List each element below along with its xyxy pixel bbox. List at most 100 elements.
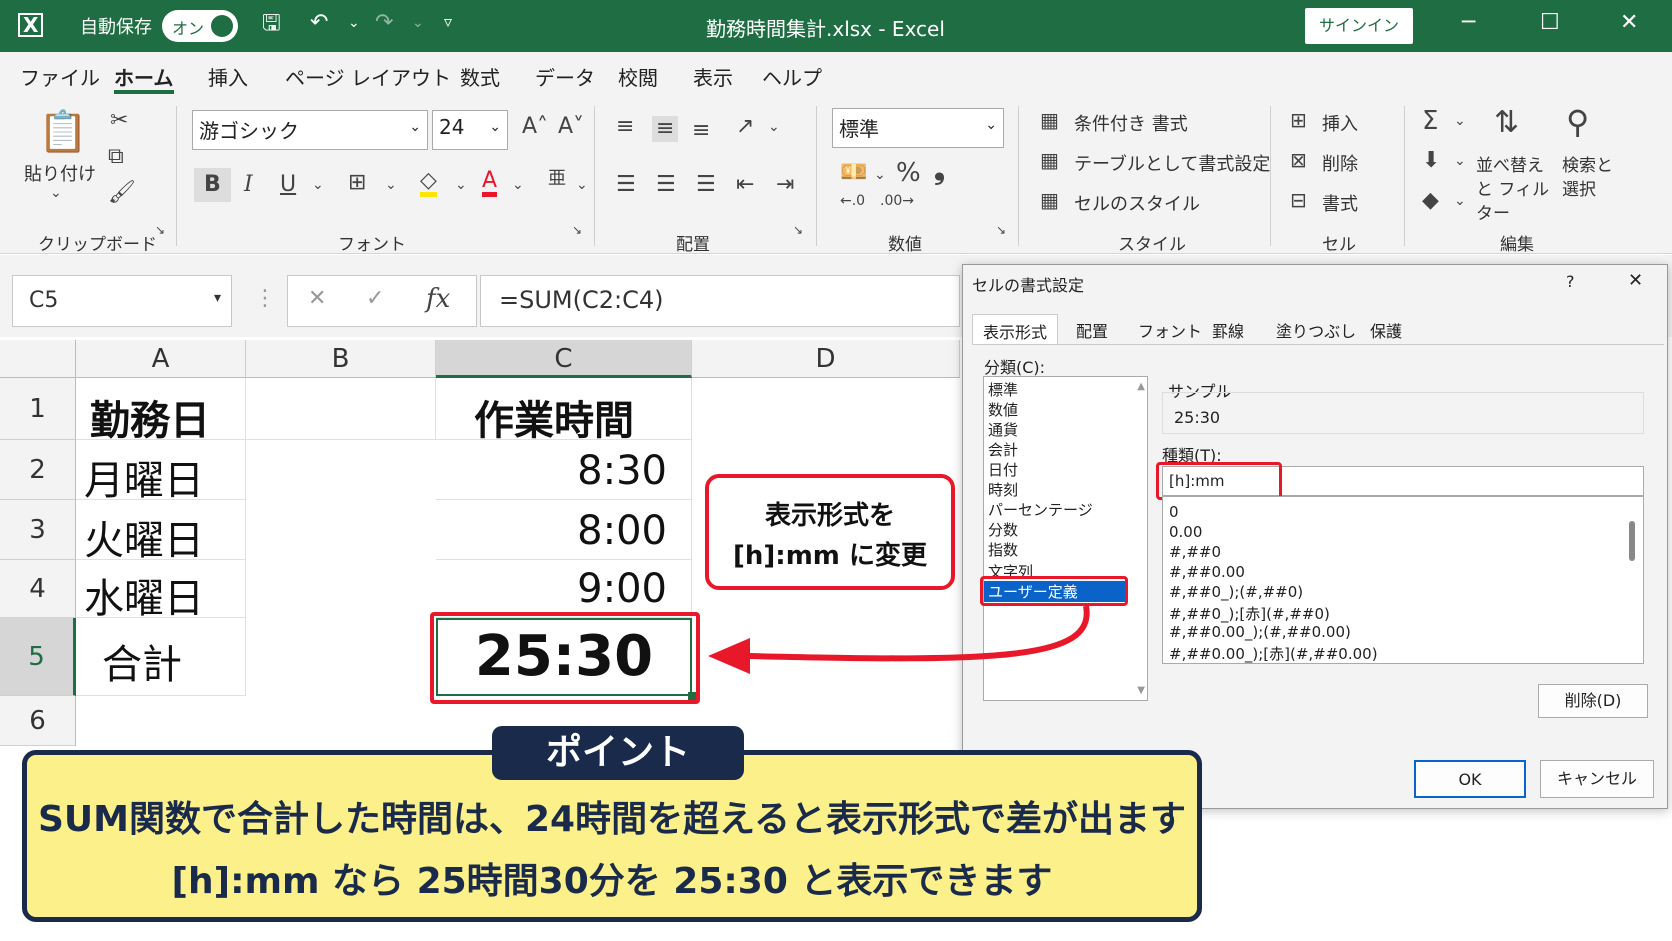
decrease-decimal-icon[interactable]: .00→ xyxy=(880,194,914,208)
type-item[interactable]: #,##0_);[赤](#,##0) xyxy=(1169,603,1330,624)
category-item[interactable]: 数値 xyxy=(988,399,1018,420)
customize-toolbar-icon[interactable]: ▿ xyxy=(444,14,452,30)
find-select-button[interactable]: 検索と 選択 xyxy=(1562,154,1618,202)
align-left-icon[interactable]: ☰ xyxy=(616,174,636,196)
cell-a5[interactable]: 合計 xyxy=(76,618,246,696)
fill-icon[interactable]: ⬇ xyxy=(1422,150,1440,172)
format-painter-icon[interactable]: 🖌 xyxy=(108,182,136,204)
category-item[interactable]: 日付 xyxy=(988,459,1018,480)
number-launcher-icon[interactable]: ↘ xyxy=(996,224,1006,236)
menu-page-layout[interactable]: ページ レイアウト xyxy=(285,62,451,91)
decrease-indent-icon[interactable]: ⇤ xyxy=(736,174,754,196)
scroll-up-icon[interactable]: ▲ xyxy=(1137,381,1145,392)
menu-data[interactable]: データ xyxy=(535,62,595,91)
conditional-format-icon[interactable]: ▦ xyxy=(1040,110,1059,130)
category-item[interactable]: 会計 xyxy=(988,439,1018,460)
tab-font[interactable]: フォント xyxy=(1128,314,1212,344)
signin-button[interactable]: サインイン xyxy=(1305,8,1413,44)
cell-c4[interactable]: 9:00 xyxy=(436,560,692,618)
search-icon[interactable]: ⚲ xyxy=(1566,106,1589,138)
border-icon[interactable]: ⊞ xyxy=(348,172,366,194)
category-item[interactable]: パーセンテージ xyxy=(988,499,1093,520)
delete-cells-button[interactable]: 削除 xyxy=(1322,150,1358,176)
autosum-dropdown-icon[interactable]: ⌄ xyxy=(1454,114,1466,128)
dialog-help-button[interactable]: ? xyxy=(1566,272,1575,291)
category-item[interactable]: 指数 xyxy=(988,539,1018,560)
format-cells-icon[interactable]: ⊟ xyxy=(1290,190,1307,210)
close-window-icon[interactable]: ✕ xyxy=(1620,12,1638,34)
increase-decimal-icon[interactable]: ←.0 xyxy=(840,194,865,208)
cell-a1[interactable]: 勤務日 xyxy=(76,378,246,444)
font-size-select[interactable]: 24 ⌄ xyxy=(432,110,508,150)
cancel-button[interactable]: キャンセル xyxy=(1540,760,1654,798)
tab-fill[interactable]: 塗りつぶし xyxy=(1266,314,1366,344)
cell-c3[interactable]: 8:00 xyxy=(436,500,692,560)
cell-a3[interactable]: 火曜日 xyxy=(76,500,246,564)
fill-dropdown-icon[interactable]: ⌄ xyxy=(1454,154,1466,168)
type-scrollbar[interactable] xyxy=(1629,521,1635,561)
orientation-icon[interactable]: ↗ xyxy=(736,116,754,138)
type-item[interactable]: #,##0.00_);[赤](#,##0.00) xyxy=(1169,643,1378,664)
orientation-dropdown-icon[interactable]: ⌄ xyxy=(768,120,780,134)
font-color-dropdown-icon[interactable]: ⌄ xyxy=(512,178,524,192)
col-header-b[interactable]: B xyxy=(246,340,436,378)
menu-file[interactable]: ファイル xyxy=(20,62,100,91)
insert-cells-icon[interactable]: ⊞ xyxy=(1290,110,1307,130)
clear-dropdown-icon[interactable]: ⌄ xyxy=(1454,194,1466,208)
confirm-formula-icon[interactable]: ✓ xyxy=(366,288,384,310)
row-header-3[interactable]: 3 xyxy=(0,500,76,560)
type-list[interactable]: 0 0.00 #,##0 #,##0.00 #,##0_);(#,##0) #,… xyxy=(1162,496,1644,664)
type-item[interactable]: 0.00 xyxy=(1169,523,1202,541)
cell-style-icon[interactable]: ▦ xyxy=(1040,190,1059,210)
undo-icon[interactable]: ↶ xyxy=(310,12,328,34)
align-bottom-icon[interactable]: ≡ xyxy=(692,120,710,142)
paste-icon[interactable]: 📋 xyxy=(38,112,88,152)
scroll-down-icon[interactable]: ▼ xyxy=(1137,685,1145,696)
cell-a2[interactable]: 月曜日 xyxy=(76,440,246,504)
number-format-select[interactable]: 標準 ⌄ xyxy=(832,108,1004,148)
tab-number[interactable]: 表示形式 xyxy=(972,314,1059,344)
table-format-icon[interactable]: ▦ xyxy=(1040,150,1059,170)
italic-button[interactable]: I xyxy=(244,174,253,196)
paste-button[interactable]: 貼り付け xyxy=(24,160,96,186)
clipboard-launcher-icon[interactable]: ↘ xyxy=(155,224,165,236)
redo-dropdown-icon[interactable]: ⌄ xyxy=(412,16,424,30)
paste-dropdown-icon[interactable]: ⌄ xyxy=(50,186,62,200)
accounting-dropdown-icon[interactable]: ⌄ xyxy=(874,168,886,182)
menu-view[interactable]: 表示 xyxy=(693,62,733,91)
font-name-select[interactable]: 游ゴシック ⌄ xyxy=(192,110,428,150)
insert-function-icon[interactable]: fx xyxy=(426,286,450,312)
alignment-launcher-icon[interactable]: ↘ xyxy=(793,224,803,236)
type-item[interactable]: #,##0.00 xyxy=(1169,563,1245,581)
align-center-icon[interactable]: ☰ xyxy=(656,174,676,196)
cell-c2[interactable]: 8:30 xyxy=(436,440,692,500)
minimize-icon[interactable]: ─ xyxy=(1462,12,1475,34)
clear-icon[interactable]: ◆ xyxy=(1422,190,1439,212)
font-color-icon[interactable]: A xyxy=(482,170,498,197)
sort-filter-button[interactable]: 並べ替えと フィルター xyxy=(1476,154,1560,226)
name-box[interactable]: C5 ▾ xyxy=(12,275,232,327)
tab-protection[interactable]: 保護 xyxy=(1360,314,1412,344)
underline-dropdown-icon[interactable]: ⌄ xyxy=(312,178,324,192)
menu-help[interactable]: ヘルプ xyxy=(762,62,822,91)
align-right-icon[interactable]: ☰ xyxy=(696,174,716,196)
insert-cells-button[interactable]: 挿入 xyxy=(1322,110,1358,136)
align-middle-icon[interactable]: ≡ xyxy=(652,116,679,142)
format-cells-button[interactable]: 書式 xyxy=(1322,190,1358,216)
table-format-button[interactable]: テーブルとして書式設定 xyxy=(1074,150,1270,176)
cell-style-button[interactable]: セルのスタイル xyxy=(1074,190,1200,216)
type-item[interactable]: #,##0 xyxy=(1169,543,1221,561)
type-item[interactable]: #,##0.00_);(#,##0.00) xyxy=(1169,623,1351,641)
undo-dropdown-icon[interactable]: ⌄ xyxy=(348,16,360,30)
accounting-format-icon[interactable]: 💴 xyxy=(840,162,867,184)
increase-indent-icon[interactable]: ⇥ xyxy=(776,174,794,196)
formula-input[interactable]: =SUM(C2:C4) xyxy=(480,275,960,327)
fill-color-icon[interactable]: ◇ xyxy=(420,170,437,197)
menu-formulas[interactable]: 数式 xyxy=(460,62,500,91)
cell-b1[interactable] xyxy=(246,378,436,440)
category-item[interactable]: 通貨 xyxy=(988,419,1018,440)
more-options-icon[interactable]: ⋮ xyxy=(254,288,276,310)
save-icon[interactable]: 🖫 xyxy=(262,13,281,35)
row-header-4[interactable]: 4 xyxy=(0,560,76,618)
dialog-close-button[interactable]: ✕ xyxy=(1628,270,1643,291)
